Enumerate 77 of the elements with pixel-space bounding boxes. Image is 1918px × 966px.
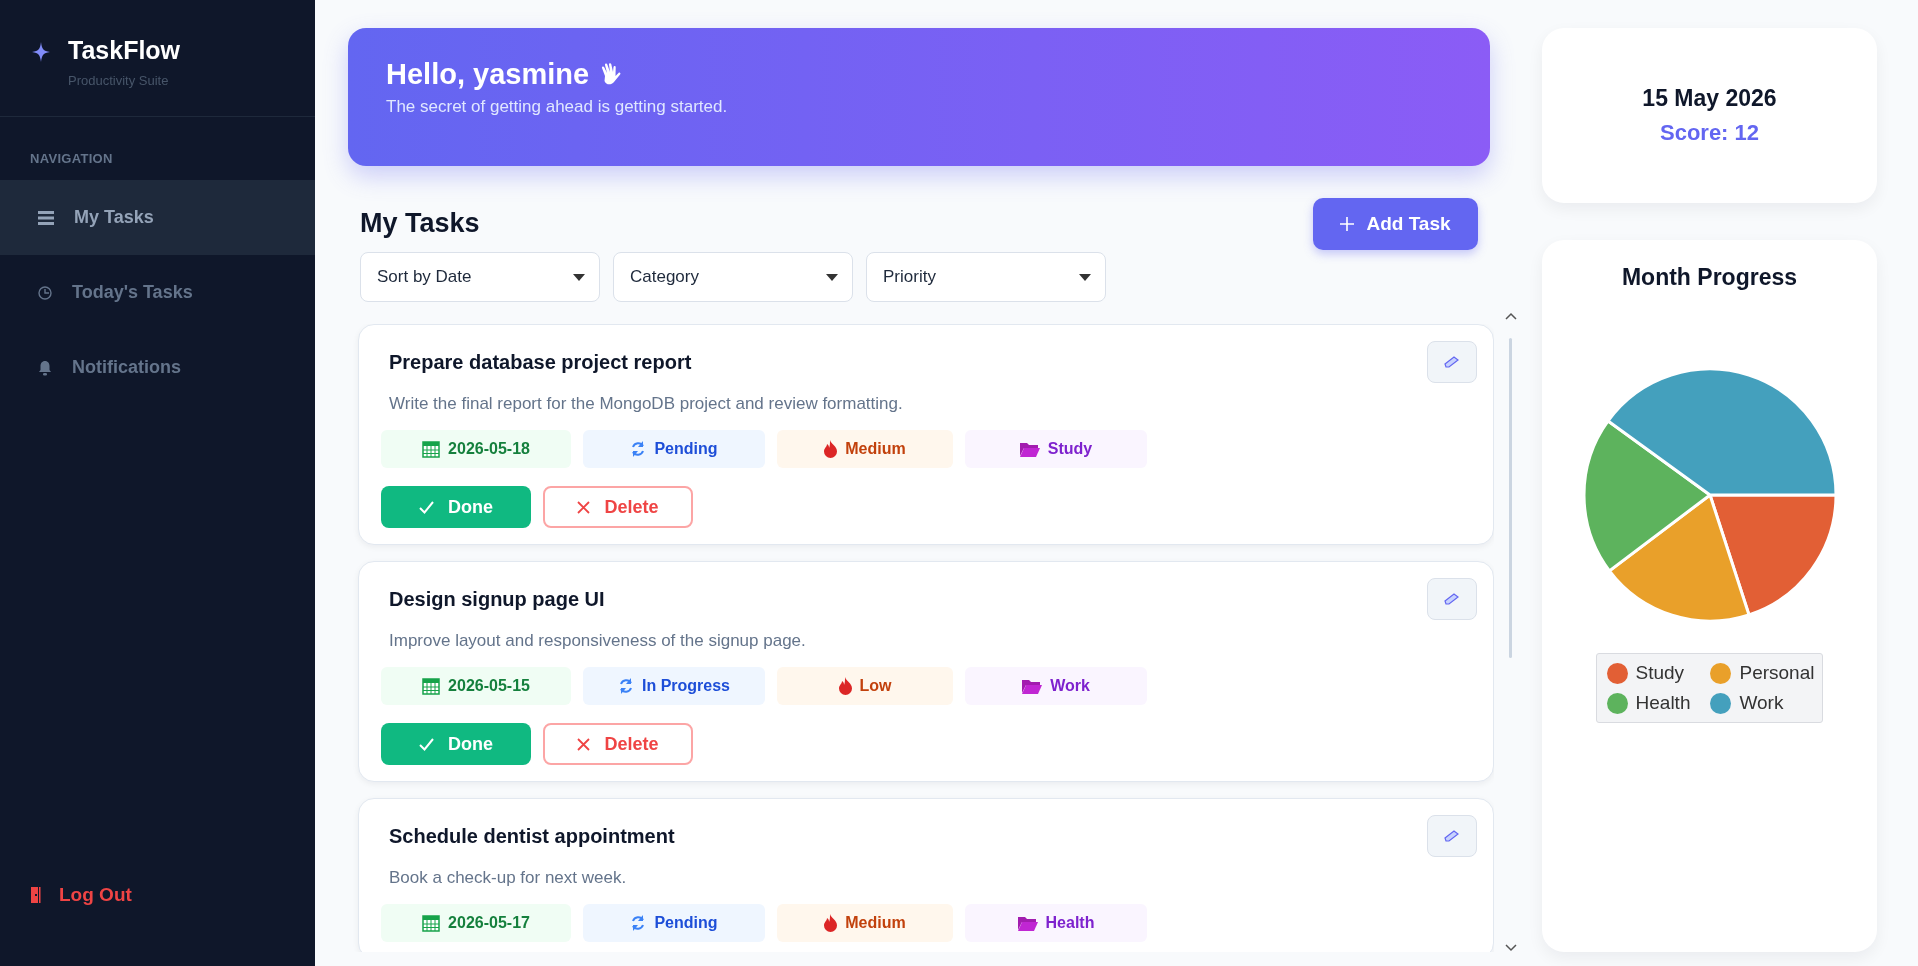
app-name: TaskFlow [68, 36, 181, 65]
delete-button[interactable]: Delete [543, 486, 693, 528]
greeting: Hello, yasmine [386, 58, 590, 91]
filter-dropdown[interactable]: Sort by Date [360, 252, 600, 302]
category-tag: Study [965, 430, 1147, 468]
delete-button[interactable]: Delete [543, 723, 693, 765]
task-title: Prepare database project report [389, 351, 692, 374]
done-button[interactable]: Done [381, 486, 531, 528]
pencil-icon [1444, 593, 1460, 605]
filter-dropdown[interactable]: Priority [866, 252, 1106, 302]
pencil-icon [1444, 356, 1460, 368]
task-title: Schedule dentist appointment [389, 825, 675, 848]
legend-label: Work [1739, 692, 1784, 714]
close-icon [577, 500, 591, 514]
legend-label: Personal [1739, 662, 1815, 684]
edit-button[interactable] [1427, 578, 1477, 620]
folder-icon [1019, 441, 1040, 457]
task-description: Write the final report for the MongoDB project and review formatting. [389, 394, 904, 414]
caret-icon [573, 273, 585, 281]
status-tag: Pending [583, 430, 765, 468]
refresh-icon [630, 440, 647, 458]
category-tag: Health [965, 904, 1147, 942]
date-tag: 2026-05-18 [381, 430, 571, 468]
section-label: NAVIGATION [30, 151, 114, 166]
calendar-icon [422, 677, 441, 695]
calendar-icon [422, 914, 441, 932]
status-tag: In Progress [583, 667, 765, 705]
nav-item[interactable]: Notifications [0, 330, 315, 405]
flame-icon [824, 914, 838, 932]
priority-tag: Low [777, 667, 953, 705]
priority-tag: Medium [777, 904, 953, 942]
card-title: Month Progress [1621, 264, 1798, 291]
filter-dropdown[interactable]: Category [613, 252, 853, 302]
logout-link[interactable]: Log Out [31, 884, 132, 906]
sparkle-icon [32, 42, 50, 62]
motivational-quote: The secret of getting ahead is getting started. [386, 97, 729, 117]
calendar-icon [422, 440, 441, 458]
check-icon [419, 737, 434, 751]
date-tag: 2026-05-17 [381, 904, 571, 942]
menu-icon [38, 210, 54, 225]
current-date: 15 May 2026 [1642, 85, 1777, 112]
priority-tag: Medium [777, 430, 953, 468]
plus-icon [1340, 217, 1355, 231]
legend-label: Study [1635, 662, 1685, 684]
app-tagline: Productivity Suite [68, 73, 170, 88]
folder-icon [1017, 915, 1038, 931]
score-text: Score: 12 [1659, 120, 1760, 146]
scroll-up-icon [1505, 312, 1517, 320]
caret-icon [826, 273, 838, 281]
flame-icon [838, 677, 852, 695]
status-tag: Pending [583, 904, 765, 942]
scroll-down-icon [1505, 944, 1517, 952]
refresh-icon [618, 677, 634, 695]
caret-icon [1079, 273, 1091, 281]
flame-icon [824, 440, 838, 458]
check-icon [419, 500, 434, 514]
scrollbar[interactable] [1504, 312, 1518, 952]
close-icon [577, 737, 591, 751]
folder-icon [1022, 678, 1043, 694]
nav-item[interactable]: My Tasks [0, 180, 315, 255]
refresh-icon [630, 914, 647, 932]
bell-icon [38, 359, 52, 376]
task-description: Improve layout and responsiveness of the signup page. [389, 631, 807, 651]
section-title: My Tasks [360, 207, 480, 239]
edit-button[interactable] [1427, 341, 1477, 383]
edit-button[interactable] [1427, 815, 1477, 857]
legend-label: Health [1635, 692, 1691, 714]
door-icon [31, 887, 41, 903]
clock-icon [38, 285, 52, 300]
add-task-button[interactable]: Add Task [1313, 198, 1478, 250]
done-button[interactable]: Done [381, 723, 531, 765]
task-title: Design signup page UI [389, 588, 605, 611]
pencil-icon [1444, 830, 1460, 842]
task-description: Book a check-up for next week. [389, 868, 628, 888]
date-tag: 2026-05-15 [381, 667, 571, 705]
nav-item[interactable]: Today's Tasks [0, 255, 315, 330]
category-tag: Work [965, 667, 1147, 705]
